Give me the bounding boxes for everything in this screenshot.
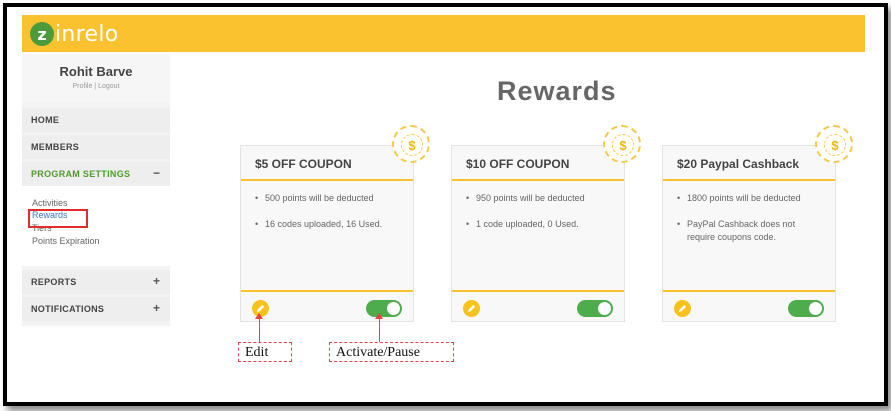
dollar-coin-icon: $ [603, 125, 641, 163]
card-header: $5 OFF COUPON [241, 146, 413, 178]
sidebar-item-program-settings[interactable]: PROGRAM SETTINGS − [22, 162, 170, 186]
pencil-icon [256, 304, 265, 313]
page-title: Rewards [497, 76, 617, 106]
zinrelo-logo[interactable]: z inrelo [30, 20, 119, 48]
logo-text: inrelo [55, 21, 119, 47]
sidebar-item-home[interactable]: HOME [22, 108, 170, 132]
rewards-highlight-box [28, 209, 88, 228]
activate-pause-toggle[interactable] [788, 300, 824, 317]
divider [663, 290, 835, 292]
toggle-knob [598, 302, 611, 315]
pencil-icon [467, 304, 476, 313]
user-box: Rohit Barve Profile | Logout [22, 54, 170, 102]
card-bullet: 16 codes uploaded, 16 Used. [255, 218, 403, 231]
card-bullet: 1800 points will be deducted [677, 192, 825, 205]
activate-pause-toggle[interactable] [577, 300, 613, 317]
expand-icon[interactable]: + [153, 301, 160, 315]
sidebar-item-label: NOTIFICATIONS [31, 304, 105, 314]
card-bullet: 950 points will be deducted [466, 192, 614, 205]
divider [663, 179, 835, 181]
card-title: $5 OFF COUPON [255, 157, 352, 171]
submenu-points-expiration[interactable]: Points Expiration [32, 236, 100, 246]
sidebar-item-notifications[interactable]: NOTIFICATIONS + [22, 297, 170, 321]
sidebar-item-reports[interactable]: REPORTS + [22, 270, 170, 294]
sidebar-item-members[interactable]: MEMBERS [22, 135, 170, 159]
collapse-icon[interactable]: − [153, 166, 160, 180]
dollar-coin-icon: $ [815, 125, 853, 163]
edit-arrow-line [259, 318, 260, 342]
card-bullet: PayPal Cashback does not require coupons… [677, 218, 825, 244]
edit-button[interactable] [463, 300, 480, 317]
user-name: Rohit Barve [59, 64, 133, 79]
card-header: $10 OFF COUPON [452, 146, 624, 178]
activate-pause-toggle[interactable] [366, 300, 402, 317]
logo-mark: z [30, 22, 54, 46]
pencil-icon [678, 304, 687, 313]
screenshot-frame: z inrelo Rohit Barve Profile | Logout HO… [3, 3, 888, 406]
submenu-activities[interactable]: Activities [32, 198, 68, 208]
expand-icon[interactable]: + [153, 274, 160, 288]
sidebar-item-label: HOME [31, 115, 60, 125]
dollar-sign-icon: $ [401, 134, 423, 156]
profile-logout-links[interactable]: Profile | Logout [22, 83, 170, 90]
card-bullet: 500 points will be deducted [255, 192, 403, 205]
reward-card: $10 OFF COUPON 950 points will be deduct… [451, 145, 625, 322]
top-bar: z inrelo [22, 15, 865, 52]
sidebar: Rohit Barve Profile | Logout HOME MEMBER… [22, 54, 170, 326]
reward-card: $20 Paypal Cashback 1800 points will be … [662, 145, 836, 322]
card-header: $20 Paypal Cashback [663, 146, 835, 178]
card-title: $10 OFF COUPON [466, 157, 570, 171]
reward-card: $5 OFF COUPON 500 points will be deducte… [240, 145, 414, 322]
card-title: $20 Paypal Cashback [677, 157, 800, 171]
divider [241, 290, 413, 292]
dollar-sign-icon: $ [612, 134, 634, 156]
toggle-arrow-line [379, 318, 380, 342]
sidebar-item-label: REPORTS [31, 277, 77, 287]
dollar-coin-icon: $ [392, 125, 430, 163]
divider [452, 290, 624, 292]
sidebar-item-label: PROGRAM SETTINGS [31, 169, 131, 179]
toggle-knob [387, 302, 400, 315]
divider [452, 179, 624, 181]
edit-button[interactable] [674, 300, 691, 317]
toggle-callout: Activate/Pause [329, 342, 454, 362]
card-bullet: 1 code uploaded, 0 Used. [466, 218, 614, 231]
sidebar-item-label: MEMBERS [31, 142, 80, 152]
dollar-sign-icon: $ [824, 134, 846, 156]
toggle-knob [809, 302, 822, 315]
edit-callout: Edit [238, 342, 292, 362]
divider [241, 179, 413, 181]
